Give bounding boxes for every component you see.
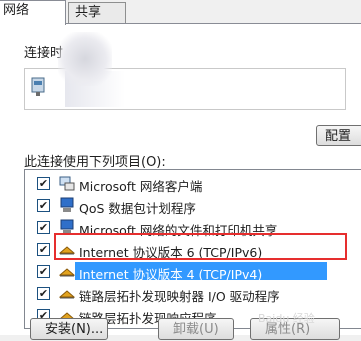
tab-network[interactable]: 网络 [0, 0, 66, 25]
item-checkbox[interactable]: ✔ [37, 199, 50, 212]
protocol-icon [59, 290, 75, 299]
list-item[interactable]: ✔ 链路层拓扑发现映射器 I/O 驱动程序 [25, 283, 361, 305]
item-checkbox[interactable]: ✔ [37, 287, 50, 300]
properties-panel: 连接时 配置 此连接使用下列项目(O): ✔ Microsoft 网络客户端 ✔ [0, 23, 361, 335]
item-label: Microsoft 网络客户端 [79, 179, 203, 194]
watermark: Baidu 经验 [258, 312, 315, 325]
items-list-label: 此连接使用下列项目(O): [24, 155, 166, 170]
network-client-icon [59, 176, 75, 191]
list-item[interactable]: ✔ Microsoft 网络客户端 [25, 173, 361, 195]
item-label: 链路层拓扑发现映射器 I/O 驱动程序 [79, 289, 280, 304]
blurred-region [58, 32, 112, 86]
annotation-highlight-box [54, 233, 347, 260]
item-label: Internet 协议版本 4 (TCP/IPv4) [79, 267, 263, 282]
uninstall-button[interactable]: 卸载(U) [158, 318, 234, 340]
configure-button[interactable]: 配置 [316, 125, 361, 146]
protocol-icon [59, 268, 75, 277]
item-checkbox[interactable]: ✔ [37, 265, 50, 278]
install-button[interactable]: 安装(N)... [30, 318, 108, 340]
item-checkbox[interactable]: ✔ [37, 221, 50, 234]
tab-share[interactable]: 共享 [68, 2, 126, 23]
tab-bar: 网络 共享 [0, 0, 361, 25]
item-checkbox[interactable]: ✔ [37, 243, 50, 256]
network-adapter-icon [31, 77, 45, 96]
list-item[interactable]: ✔ QoS 数据包计划程序 [25, 195, 361, 217]
list-item-selected[interactable]: ✔ Internet 协议版本 4 (TCP/IPv4) [25, 261, 361, 283]
item-checkbox[interactable]: ✔ [37, 177, 50, 190]
qos-icon [60, 197, 74, 212]
item-label: QoS 数据包计划程序 [79, 201, 196, 216]
